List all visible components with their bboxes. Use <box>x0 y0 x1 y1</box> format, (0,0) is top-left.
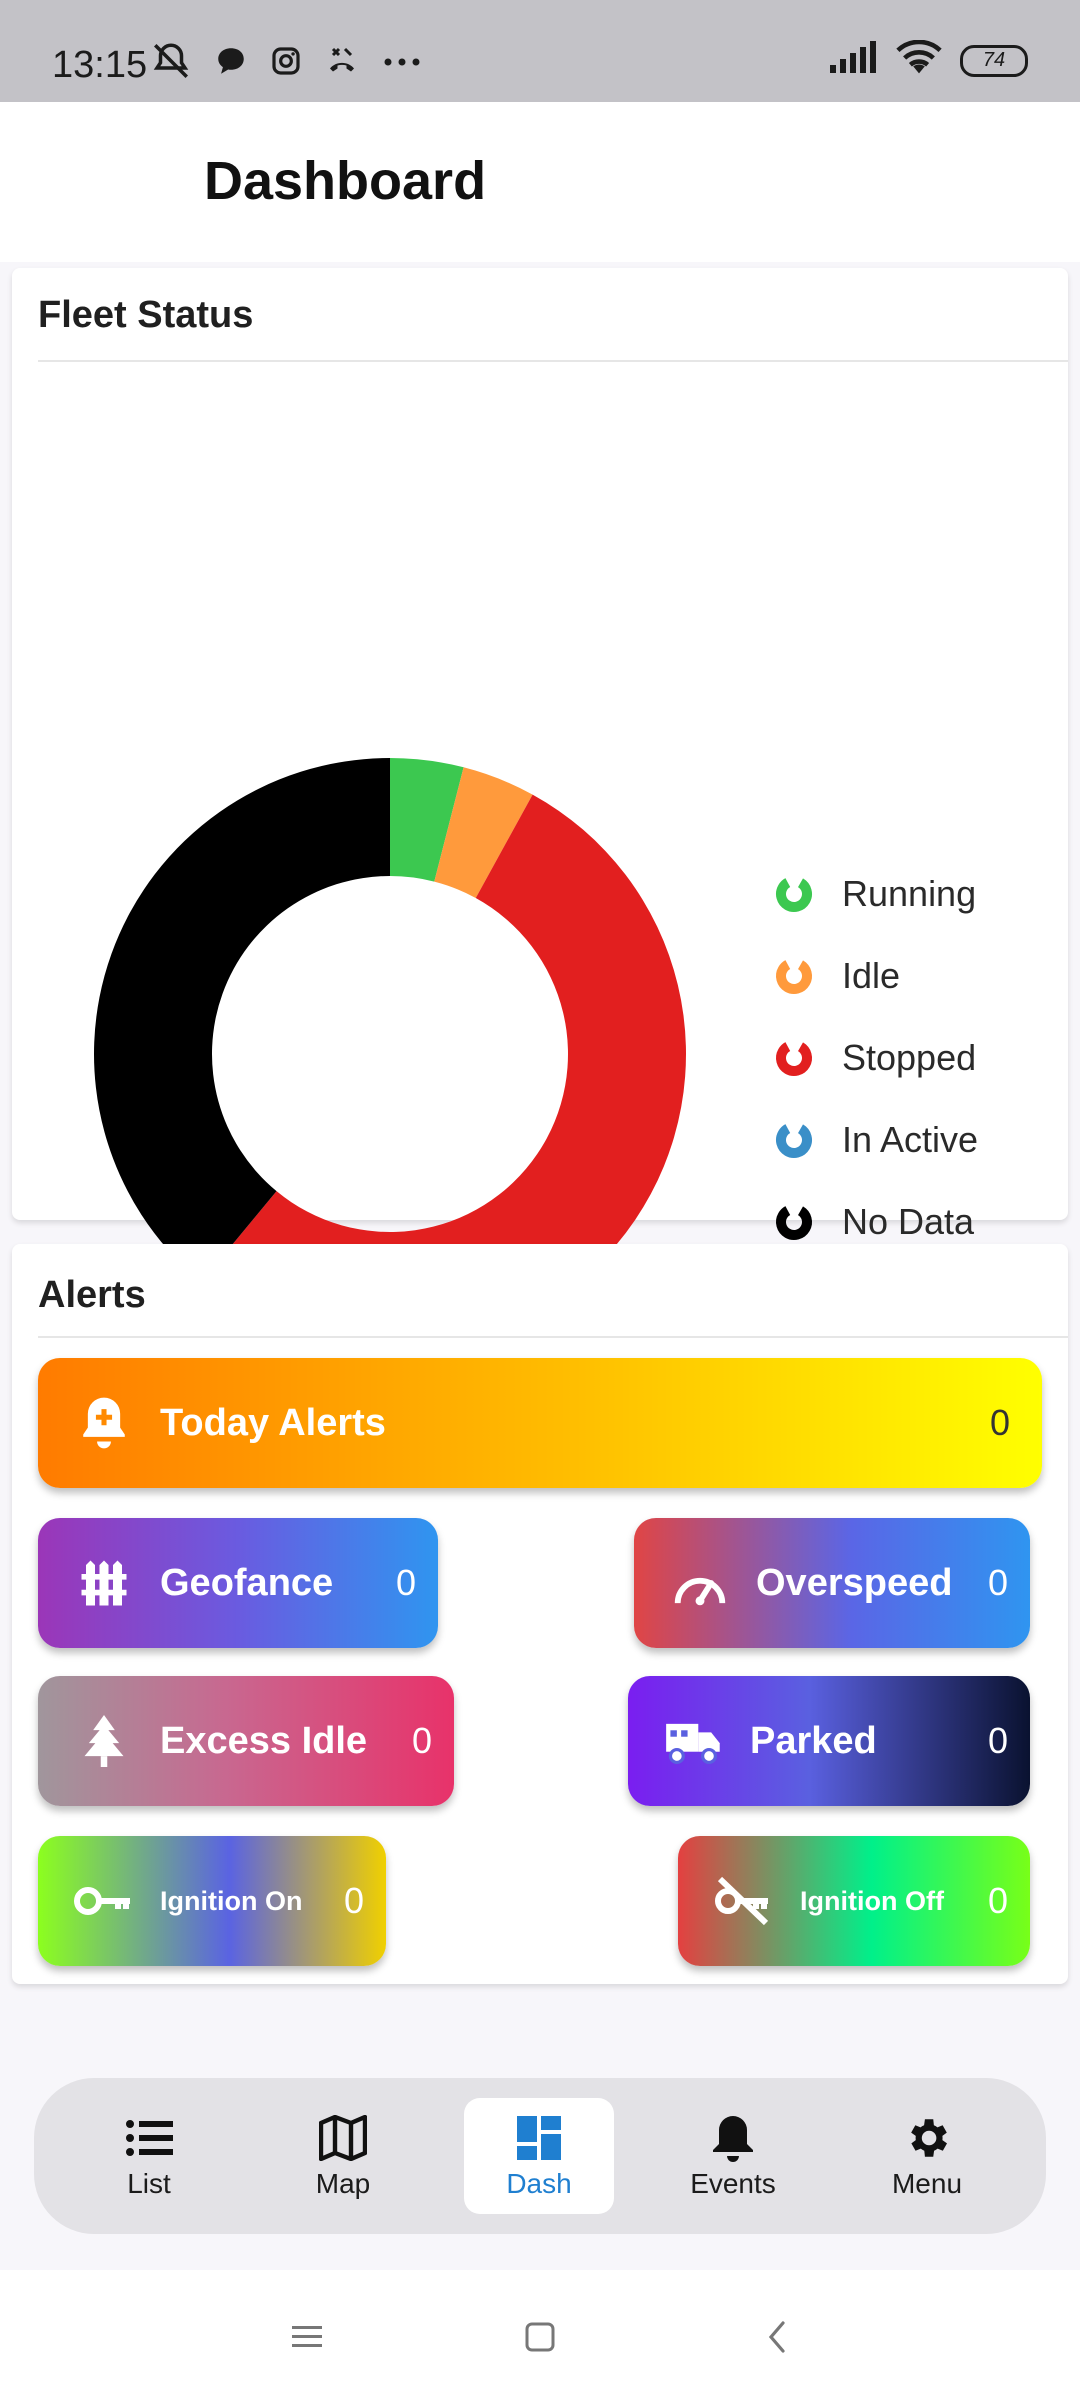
speedometer-icon <box>670 1553 730 1613</box>
nav-menu[interactable]: Menu <box>852 2098 1002 2214</box>
donut-small-icon <box>776 958 812 994</box>
alerts-card: Alerts Today Alerts 0 Geofance 0 Overspe… <box>12 1244 1068 1984</box>
ignition-off-label: Ignition Off <box>800 1885 944 1916</box>
page-title: Dashboard <box>204 151 487 211</box>
bell-plus-icon <box>74 1393 134 1453</box>
excess-idle-button[interactable]: Excess Idle 0 <box>38 1676 454 1806</box>
home-icon[interactable] <box>515 2312 565 2362</box>
truck-icon <box>664 1711 724 1771</box>
instagram-icon <box>270 45 302 82</box>
fence-icon <box>74 1553 134 1613</box>
geofance-button[interactable]: Geofance 0 <box>38 1518 438 1648</box>
fleet-status-card: Fleet Status Running Idle Stopped In Act… <box>12 268 1068 1350</box>
today-alerts-label: Today Alerts <box>160 1401 386 1444</box>
overspeed-label: Overspeed <box>756 1561 953 1604</box>
legend-item-running[interactable]: Running <box>772 853 978 935</box>
nav-list[interactable]: List <box>74 2098 224 2214</box>
recents-icon[interactable] <box>282 2312 332 2362</box>
ignition-on-label: Ignition On <box>160 1885 303 1916</box>
battery-icon: 74 <box>960 44 1028 77</box>
geofance-label: Geofance <box>160 1561 334 1604</box>
excess-idle-count: 0 <box>411 1720 432 1761</box>
map-icon <box>317 2112 369 2164</box>
divider <box>38 1336 1068 1338</box>
nav-dash[interactable]: Dash <box>464 2098 614 2214</box>
excess-idle-label: Excess Idle <box>160 1719 368 1762</box>
mute-alarm-icon <box>150 40 192 87</box>
donut-small-icon <box>776 1204 812 1240</box>
donut-small-icon <box>776 876 812 912</box>
key-icon <box>74 1871 134 1931</box>
legend-item-stopped[interactable]: Stopped <box>772 1017 978 1099</box>
donut-small-icon <box>776 1122 812 1158</box>
nav-events[interactable]: Events <box>658 2098 808 2214</box>
today-alerts-count: 0 <box>989 1402 1010 1443</box>
today-alerts-button[interactable]: Today Alerts 0 <box>38 1358 1042 1488</box>
gear-icon <box>901 2112 953 2164</box>
overspeed-button[interactable]: Overspeed 0 <box>634 1518 1030 1648</box>
tree-icon <box>74 1711 134 1771</box>
parked-count: 0 <box>987 1720 1008 1761</box>
status-time: 13:15 <box>52 44 148 86</box>
status-bar: 13:15 74 <box>0 0 1080 102</box>
ignition-off-button[interactable]: Ignition Off 0 <box>678 1836 1030 1966</box>
bell-icon <box>707 2112 759 2164</box>
fleet-status-title: Fleet Status <box>38 294 254 336</box>
parked-button[interactable]: Parked 0 <box>628 1676 1030 1806</box>
parked-label: Parked <box>750 1719 877 1762</box>
fleet-legend: Running Idle Stopped In Active No Data <box>772 853 978 1263</box>
dashboard-icon <box>513 2112 565 2164</box>
geofance-count: 0 <box>395 1562 416 1603</box>
donut-small-icon <box>776 1040 812 1076</box>
app-header: Dashboard <box>0 102 1080 262</box>
bottom-navigation: List Map Dash Events Menu <box>34 2078 1046 2234</box>
alerts-title: Alerts <box>38 1274 146 1316</box>
back-icon[interactable] <box>752 2312 802 2362</box>
chat-icon <box>214 44 248 83</box>
signal-icon <box>828 41 878 80</box>
nav-map[interactable]: Map <box>268 2098 418 2214</box>
call-icon <box>324 43 360 84</box>
system-navigation <box>0 2270 1080 2400</box>
key-off-icon <box>714 1871 774 1931</box>
list-icon <box>123 2112 175 2164</box>
overspeed-count: 0 <box>987 1562 1008 1603</box>
legend-item-idle[interactable]: Idle <box>772 935 978 1017</box>
ignition-off-count: 0 <box>987 1880 1008 1921</box>
wifi-icon <box>896 39 942 81</box>
legend-item-inactive[interactable]: In Active <box>772 1099 978 1181</box>
divider <box>38 360 1068 362</box>
more-icon <box>382 55 422 73</box>
ignition-on-count: 0 <box>343 1880 364 1921</box>
ignition-on-button[interactable]: Ignition On 0 <box>38 1836 386 1966</box>
donut-slice-no-data[interactable] <box>94 758 390 1283</box>
